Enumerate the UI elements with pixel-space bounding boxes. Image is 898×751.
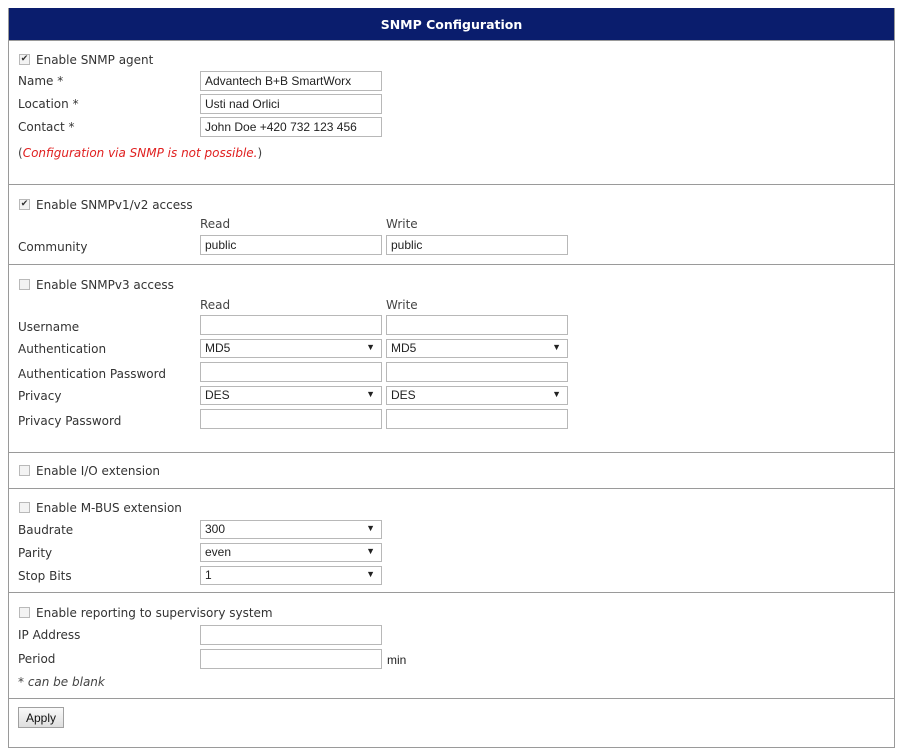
stop-bits-label: Stop Bits [18,569,72,583]
parity-select[interactable]: even ▼ [200,543,382,562]
snmpv3-section: Enable SNMPv3 access Read Write Username… [9,264,894,452]
period-unit: min [387,653,407,667]
write-column-header: Write [386,298,418,312]
community-read-input[interactable]: public [200,235,382,255]
authentication-password-write-input[interactable] [386,362,568,382]
authentication-read-select[interactable]: MD5 ▼ [200,339,382,358]
enable-io-extension-label: Enable I/O extension [36,464,161,478]
apply-button[interactable]: Apply [18,707,65,728]
snmp-config-note: (Configuration via SNMP is not possible.… [18,146,263,160]
privacy-password-write-input[interactable] [386,409,568,429]
dropdown-arrow-icon: ▼ [366,389,375,399]
dropdown-arrow-icon: ▼ [552,342,561,352]
enable-snmp-agent-label: Enable SNMP agent [36,53,154,67]
snmp-config-note-text: Configuration via SNMP is not possible. [22,146,258,160]
enable-snmpv12-label: Enable SNMPv1/v2 access [36,198,193,212]
authentication-password-label: Authentication Password [18,367,166,381]
mbus-extension-section: Enable M-BUS extension Baudrate 300 ▼ Par… [9,488,894,592]
write-column-header: Write [386,217,418,231]
authentication-label: Authentication [18,342,107,356]
enable-reporting-label: Enable reporting to supervisory system [36,606,273,620]
dropdown-arrow-icon: ▼ [552,389,561,399]
page-title: SNMP Configuration [9,8,894,40]
baudrate-label: Baudrate [18,523,74,537]
parity-label: Parity [18,546,53,560]
authentication-write-select[interactable]: MD5 ▼ [386,339,568,358]
username-write-input[interactable] [386,315,568,335]
snmp-config-panel: SNMP Configuration ✔ Enable SNMP agent N… [8,8,895,748]
enable-io-extension-checkbox[interactable] [19,465,30,476]
enable-snmp-agent-checkbox[interactable]: ✔ [19,54,30,65]
ip-address-input[interactable] [200,625,382,645]
dropdown-arrow-icon: ▼ [366,342,375,352]
ip-address-label: IP Address [18,628,81,642]
baudrate-select[interactable]: 300 ▼ [200,520,382,539]
contact-label: Contact * [18,120,75,134]
name-label: Name * [18,74,64,88]
enable-snmpv3-label: Enable SNMPv3 access [36,278,174,292]
snmpv12-section: ✔ Enable SNMPv1/v2 access Read Write Com… [9,184,894,264]
username-label: Username [18,320,80,334]
privacy-label: Privacy [18,389,62,403]
apply-section: Apply [9,698,894,736]
period-input[interactable] [200,649,382,669]
read-column-header: Read [200,298,231,312]
period-label: Period [18,652,56,666]
dropdown-arrow-icon: ▼ [366,523,375,533]
reporting-section: Enable reporting to supervisory system I… [9,592,894,698]
location-input[interactable]: Usti nad Orlici [200,94,382,114]
dropdown-arrow-icon: ▼ [366,546,375,556]
authentication-password-read-input[interactable] [200,362,382,382]
blank-note: * can be blank [18,675,105,689]
dropdown-arrow-icon: ▼ [366,569,375,579]
privacy-password-read-input[interactable] [200,409,382,429]
community-label: Community [18,240,88,254]
agent-section: ✔ Enable SNMP agent Name * Advantech B+B… [9,40,894,184]
enable-reporting-checkbox[interactable] [19,607,30,618]
community-write-input[interactable]: public [386,235,568,255]
privacy-read-select[interactable]: DES ▼ [200,386,382,405]
stop-bits-select[interactable]: 1 ▼ [200,566,382,585]
enable-mbus-extension-checkbox[interactable] [19,502,30,513]
enable-mbus-extension-label: Enable M-BUS extension [36,501,182,515]
contact-input[interactable]: John Doe +420 732 123 456 [200,117,382,137]
name-input[interactable]: Advantech B+B SmartWorx [200,71,382,91]
username-read-input[interactable] [200,315,382,335]
enable-snmpv3-checkbox[interactable] [19,279,30,290]
privacy-write-select[interactable]: DES ▼ [386,386,568,405]
enable-snmpv12-checkbox[interactable]: ✔ [19,199,30,210]
location-label: Location * [18,97,79,111]
read-column-header: Read [200,217,231,231]
privacy-password-label: Privacy Password [18,414,122,428]
io-extension-section: Enable I/O extension [9,452,894,488]
